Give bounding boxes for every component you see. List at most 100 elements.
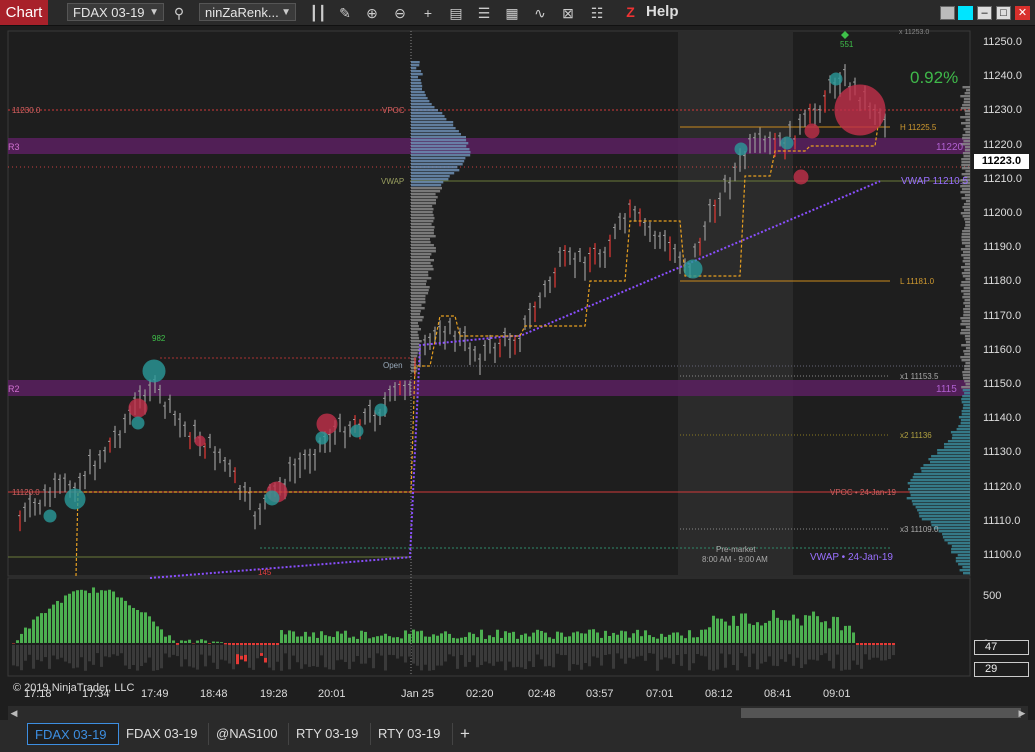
r3-right-label: 11220 — [936, 142, 964, 153]
volume-profile-bar — [951, 551, 970, 554]
delta-histogram-bar — [588, 629, 591, 643]
indicator-axis-top: 500 — [983, 590, 1002, 602]
delta-histogram-bar — [800, 625, 803, 644]
volume-histogram-bar — [800, 645, 803, 668]
volume-profile-bar — [411, 64, 420, 67]
delta-histogram-bar — [88, 593, 91, 643]
volume-histogram-bar — [708, 645, 711, 670]
minimize-icon[interactable]: – — [977, 6, 992, 20]
volume-histogram-bar — [544, 645, 547, 667]
volume-histogram-bar — [192, 645, 195, 668]
delta-histogram-bar — [16, 640, 19, 644]
delta-histogram-bar — [296, 636, 299, 643]
order-flow-bubble — [131, 416, 145, 430]
chart-trader-icon[interactable]: ☷ — [588, 4, 606, 22]
properties-icon[interactable]: ☰ — [475, 4, 493, 22]
chart-title-tab[interactable]: Chart — [0, 0, 48, 25]
volume-profile-bar — [411, 268, 434, 271]
delta-histogram-bar — [712, 615, 715, 643]
volume-profile-bar — [959, 569, 970, 572]
vpoc-date-label: VPOC • 24-Jan-19 — [830, 488, 896, 497]
volume-profile-bar — [411, 151, 471, 154]
chart-tab-bar: FDAX 03-19 FDAX 03-19 @NAS100 RTY 03-19 … — [0, 720, 1035, 752]
delta-histogram-bar — [372, 637, 375, 643]
templates-icon[interactable]: ⊠ — [559, 4, 577, 22]
volume-profile-bar — [961, 386, 970, 389]
volume-profile-bar — [960, 284, 970, 287]
volume-histogram-bar — [840, 645, 843, 671]
chevron-down-icon: ▼ — [149, 7, 159, 18]
bar-style-icon[interactable]: ┃┃ — [309, 4, 327, 22]
volume-profile-bar — [961, 197, 970, 200]
delta-histogram-bar — [364, 631, 367, 644]
indicators-icon[interactable]: ∿ — [531, 4, 549, 22]
volume-profile-bar — [411, 82, 422, 85]
volume-histogram-bar — [564, 645, 567, 656]
volume-profile-bar — [963, 155, 970, 158]
volume-profile-bar — [921, 470, 970, 473]
delta-histogram-bar — [548, 637, 551, 643]
delta-histogram-bar — [356, 638, 359, 644]
scroll-right-icon[interactable]: ▶ — [1016, 706, 1028, 720]
close-icon[interactable]: ✕ — [1015, 6, 1030, 20]
volume-profile-bar — [947, 542, 970, 545]
order-flow-bubble — [43, 509, 57, 523]
maximize-icon[interactable]: □ — [996, 6, 1011, 20]
delta-histogram-bar — [580, 633, 583, 643]
delta-histogram-bar — [304, 631, 307, 643]
volume-histogram-bar — [124, 645, 127, 666]
volume-profile-bar — [411, 319, 423, 322]
volume-profile-bar — [411, 106, 435, 109]
crosshair-icon[interactable]: + — [419, 4, 437, 22]
draw-pencil-icon[interactable]: ✎ — [336, 4, 354, 22]
delta-histogram-bar — [424, 636, 427, 644]
tab-fdax-1[interactable]: FDAX 03-19 — [27, 723, 119, 745]
volume-profile-bar — [962, 86, 970, 89]
volume-histogram-bar — [260, 645, 263, 654]
volume-profile-bar — [960, 317, 970, 320]
chart-scrollbar[interactable]: ◀ ▶ — [8, 706, 1028, 720]
delta-histogram-bar — [612, 632, 615, 644]
volume-histogram-bar — [796, 645, 799, 658]
volume-profile-bar — [411, 346, 419, 349]
volume-histogram-bar — [232, 645, 235, 670]
scroll-left-icon[interactable]: ◀ — [8, 706, 20, 720]
tab-rty-2[interactable]: RTY 03-19 — [371, 723, 453, 745]
price-chart-canvas[interactable]: 11230.0 VPOC R3 R2 VWAP Open 11120.0 H 1… — [0, 26, 1035, 706]
search-icon[interactable]: ⚲ — [170, 4, 188, 22]
delta-histogram-bar — [816, 616, 819, 643]
help-menu[interactable]: Help — [646, 3, 679, 20]
tab-rty-1[interactable]: RTY 03-19 — [289, 723, 371, 745]
instrument-selector[interactable]: FDAX 03-19 ▼ — [67, 3, 164, 21]
volume-profile-bar — [411, 73, 423, 76]
volume-profile-bar — [963, 293, 970, 296]
volume-histogram-bar — [100, 645, 103, 667]
theme-gray-icon[interactable] — [940, 6, 955, 20]
volume-histogram-bar — [756, 645, 759, 670]
volume-histogram-bar — [372, 645, 375, 669]
tab-nas100[interactable]: @NAS100 — [209, 723, 289, 745]
chart-panel[interactable]: 11230.0 VPOC R3 R2 VWAP Open 11120.0 H 1… — [0, 26, 1035, 706]
strategies-icon[interactable]: ▦ — [503, 4, 521, 22]
delta-histogram-bar — [316, 637, 319, 644]
ninjatrader-logo-icon[interactable]: Z — [623, 4, 638, 20]
zoom-out-icon[interactable]: ⊖ — [391, 4, 409, 22]
volume-histogram-bar — [744, 645, 747, 657]
volume-histogram-bar — [608, 645, 611, 655]
scrollbar-thumb[interactable] — [741, 708, 1021, 718]
tab-fdax-2[interactable]: FDAX 03-19 — [119, 723, 209, 745]
add-tab-button[interactable]: + — [453, 723, 475, 745]
volume-histogram-bar — [792, 645, 795, 666]
zoom-in-icon[interactable]: ⊕ — [363, 4, 381, 22]
data-box-icon[interactable]: ▤ — [447, 4, 465, 22]
volume-histogram-bar — [256, 645, 259, 659]
volume-histogram-bar — [716, 645, 719, 670]
bar-type-selector[interactable]: ninZaRenk... ▼ — [199, 3, 296, 21]
theme-cyan-icon[interactable] — [958, 6, 973, 20]
delta-histogram-bar — [132, 607, 135, 644]
volume-histogram-bar — [84, 645, 87, 671]
chart-toolbar: Chart FDAX 03-19 ▼ ⚲ ninZaRenk... ▼ ┃┃ ✎… — [0, 0, 1035, 26]
delta-histogram-bar — [28, 628, 31, 644]
volume-profile-bar — [961, 413, 970, 416]
volume-histogram-bar — [592, 645, 595, 657]
